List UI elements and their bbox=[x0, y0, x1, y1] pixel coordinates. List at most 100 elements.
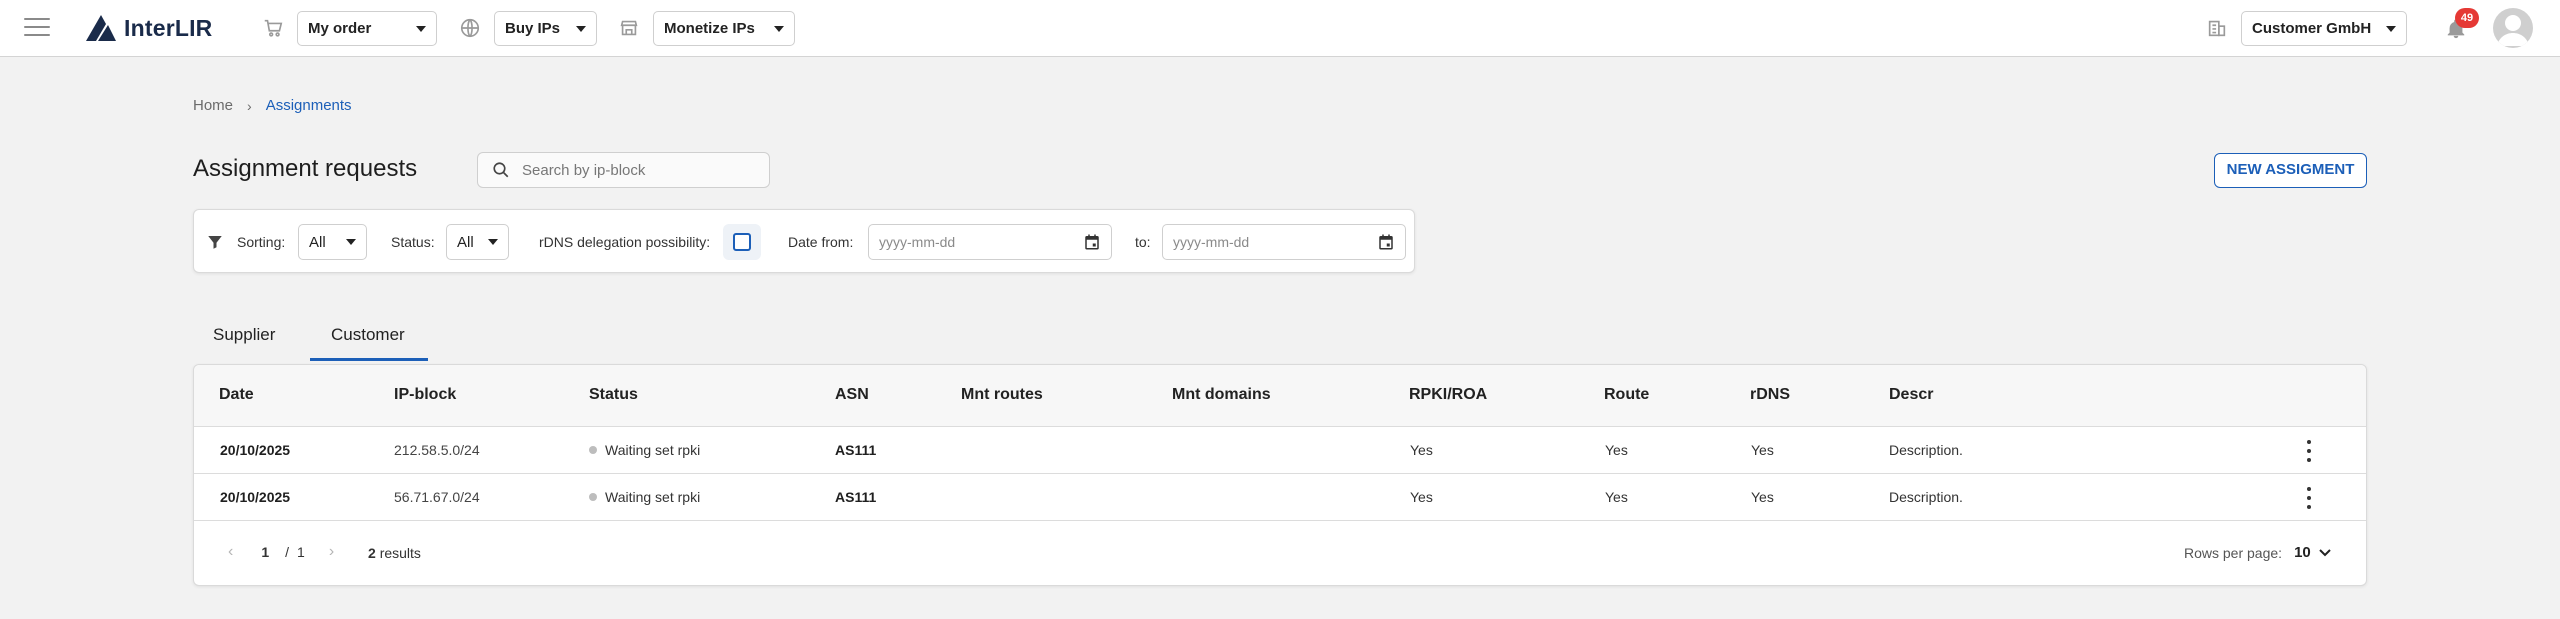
header-status[interactable]: Status bbox=[589, 386, 638, 404]
chevron-down-icon bbox=[576, 25, 586, 32]
cell-descr: Description. bbox=[1889, 442, 1963, 458]
assignments-table: Date IP-block Status ASN Mnt routes Mnt … bbox=[193, 364, 2367, 586]
cell-rdns: Yes bbox=[1751, 489, 1774, 505]
header-route[interactable]: Route bbox=[1604, 386, 1649, 404]
cell-status: Waiting set rpki bbox=[589, 489, 700, 505]
total-pages: 1 bbox=[297, 544, 305, 560]
rows-per-page: Rows per page: 10 bbox=[2184, 544, 2331, 561]
cell-ip-block: 56.71.67.0/24 bbox=[394, 489, 480, 505]
chevron-right-icon: › bbox=[247, 97, 252, 114]
cell-rpki: Yes bbox=[1410, 489, 1433, 505]
current-page: 1 bbox=[261, 544, 270, 560]
date-from-placeholder: yyyy-mm-dd bbox=[879, 234, 956, 250]
table-header: Date IP-block Status ASN Mnt routes Mnt … bbox=[194, 365, 2366, 427]
header-mnt-routes[interactable]: Mnt routes bbox=[961, 386, 1043, 404]
pagination: ‹ 1 / 1 › bbox=[228, 543, 334, 561]
cell-ip-block: 212.58.5.0/24 bbox=[394, 442, 480, 458]
logo-icon bbox=[86, 15, 116, 41]
status-dot bbox=[589, 446, 597, 455]
buy-ips-label: Buy IPs bbox=[505, 20, 561, 37]
new-assignment-button[interactable]: NEW ASSIGMENT bbox=[2214, 153, 2367, 188]
notification-badge: 49 bbox=[2455, 8, 2479, 28]
header-asn[interactable]: ASN bbox=[835, 386, 869, 404]
table-row[interactable]: 20/10/2025 212.58.5.0/24 Waiting set rpk… bbox=[194, 427, 2366, 474]
rows-per-page-label: Rows per page: bbox=[2184, 544, 2283, 561]
cell-asn: AS111 bbox=[835, 442, 877, 458]
status-value: All bbox=[457, 233, 474, 251]
user-icon bbox=[2497, 15, 2529, 46]
tab-customer[interactable]: Customer bbox=[331, 325, 405, 345]
date-from-label: Date from: bbox=[788, 234, 854, 250]
chevron-right-icon[interactable]: › bbox=[329, 543, 334, 561]
breadcrumb-current[interactable]: Assignments bbox=[266, 97, 352, 114]
rows-per-page-select[interactable]: 10 bbox=[2294, 544, 2311, 561]
monetize-ips-label: Monetize IPs bbox=[664, 20, 755, 37]
logo-text: InterLIR bbox=[124, 14, 213, 41]
sorting-select[interactable]: All bbox=[298, 224, 367, 260]
rdns-label: rDNS delegation possibility: bbox=[539, 234, 711, 250]
logo[interactable]: InterLIR bbox=[84, 12, 213, 44]
header-descr[interactable]: Descr bbox=[1889, 386, 1933, 404]
top-bar: InterLIR My order Buy IPs Monetize IPs C… bbox=[0, 0, 2560, 57]
avatar[interactable] bbox=[2493, 8, 2533, 48]
date-to-field[interactable]: yyyy-mm-dd bbox=[1162, 224, 1406, 260]
my-order-dropdown[interactable]: My order bbox=[297, 11, 437, 46]
company-dropdown[interactable]: Customer GmbH bbox=[2241, 11, 2407, 46]
cell-status-text: Waiting set rpki bbox=[605, 442, 701, 458]
sorting-value: All bbox=[309, 233, 326, 251]
rdns-checkbox-wrap[interactable] bbox=[723, 224, 761, 260]
breadcrumb-home-link[interactable]: Home bbox=[193, 97, 233, 114]
buy-ips-dropdown[interactable]: Buy IPs bbox=[494, 11, 597, 46]
cell-descr: Description. bbox=[1889, 489, 1963, 505]
table-footer: ‹ 1 / 1 › 2 results Rows per page: 10 bbox=[194, 521, 2366, 585]
status-dot bbox=[589, 493, 597, 502]
cell-status-text: Waiting set rpki bbox=[605, 489, 701, 505]
cell-route: Yes bbox=[1605, 489, 1628, 505]
page-separator: / bbox=[285, 544, 290, 560]
filter-bar: Sorting: All Status: All rDNS delegation… bbox=[193, 209, 1415, 273]
table-row[interactable]: 20/10/2025 56.71.67.0/24 Waiting set rpk… bbox=[194, 474, 2366, 521]
header-ip-block[interactable]: IP-block bbox=[394, 386, 456, 404]
tab-supplier[interactable]: Supplier bbox=[213, 325, 275, 345]
header-rpki-roa[interactable]: RPKI/ROA bbox=[1409, 386, 1487, 404]
status-select[interactable]: All bbox=[446, 224, 509, 260]
globe-icon bbox=[460, 18, 480, 38]
header-mnt-domains[interactable]: Mnt domains bbox=[1172, 386, 1271, 404]
monetize-ips-dropdown[interactable]: Monetize IPs bbox=[653, 11, 795, 46]
search-input[interactable] bbox=[522, 161, 742, 179]
active-tab-indicator bbox=[310, 358, 428, 361]
cell-rdns: Yes bbox=[1751, 442, 1774, 458]
date-from-field[interactable]: yyyy-mm-dd bbox=[868, 224, 1112, 260]
cell-date: 20/10/2025 bbox=[220, 489, 291, 505]
date-to-label: to: bbox=[1135, 234, 1151, 250]
search-icon bbox=[493, 162, 509, 178]
header-date[interactable]: Date bbox=[219, 386, 254, 404]
chevron-down-icon bbox=[346, 239, 356, 245]
cell-rpki: Yes bbox=[1410, 442, 1433, 458]
cell-asn: AS111 bbox=[835, 489, 877, 505]
company-label: Customer GmbH bbox=[2252, 20, 2372, 37]
cell-date: 20/10/2025 bbox=[220, 442, 291, 458]
header-rdns[interactable]: rDNS bbox=[1750, 386, 1790, 404]
chevron-down-icon[interactable] bbox=[2319, 548, 2331, 557]
my-order-label: My order bbox=[308, 20, 372, 37]
chevron-down-icon bbox=[488, 239, 498, 245]
breadcrumb: Home › Assignments bbox=[193, 97, 352, 114]
chevron-down-icon bbox=[774, 25, 784, 32]
page-title: Assignment requests bbox=[193, 155, 418, 182]
cell-route: Yes bbox=[1605, 442, 1628, 458]
rdns-checkbox[interactable] bbox=[733, 233, 751, 251]
chevron-left-icon[interactable]: ‹ bbox=[228, 543, 233, 561]
store-icon bbox=[620, 20, 638, 36]
sorting-label: Sorting: bbox=[237, 234, 286, 250]
calendar-icon[interactable] bbox=[1083, 233, 1101, 251]
chevron-down-icon bbox=[416, 25, 426, 32]
menu-icon[interactable] bbox=[24, 18, 50, 38]
results-label: results bbox=[379, 545, 421, 561]
cell-status: Waiting set rpki bbox=[589, 442, 700, 458]
more-vert-icon[interactable] bbox=[2299, 440, 2319, 462]
search-box[interactable] bbox=[477, 152, 770, 188]
results-count: 2 results bbox=[368, 545, 421, 561]
more-vert-icon[interactable] bbox=[2299, 487, 2319, 509]
calendar-icon[interactable] bbox=[1377, 233, 1395, 251]
